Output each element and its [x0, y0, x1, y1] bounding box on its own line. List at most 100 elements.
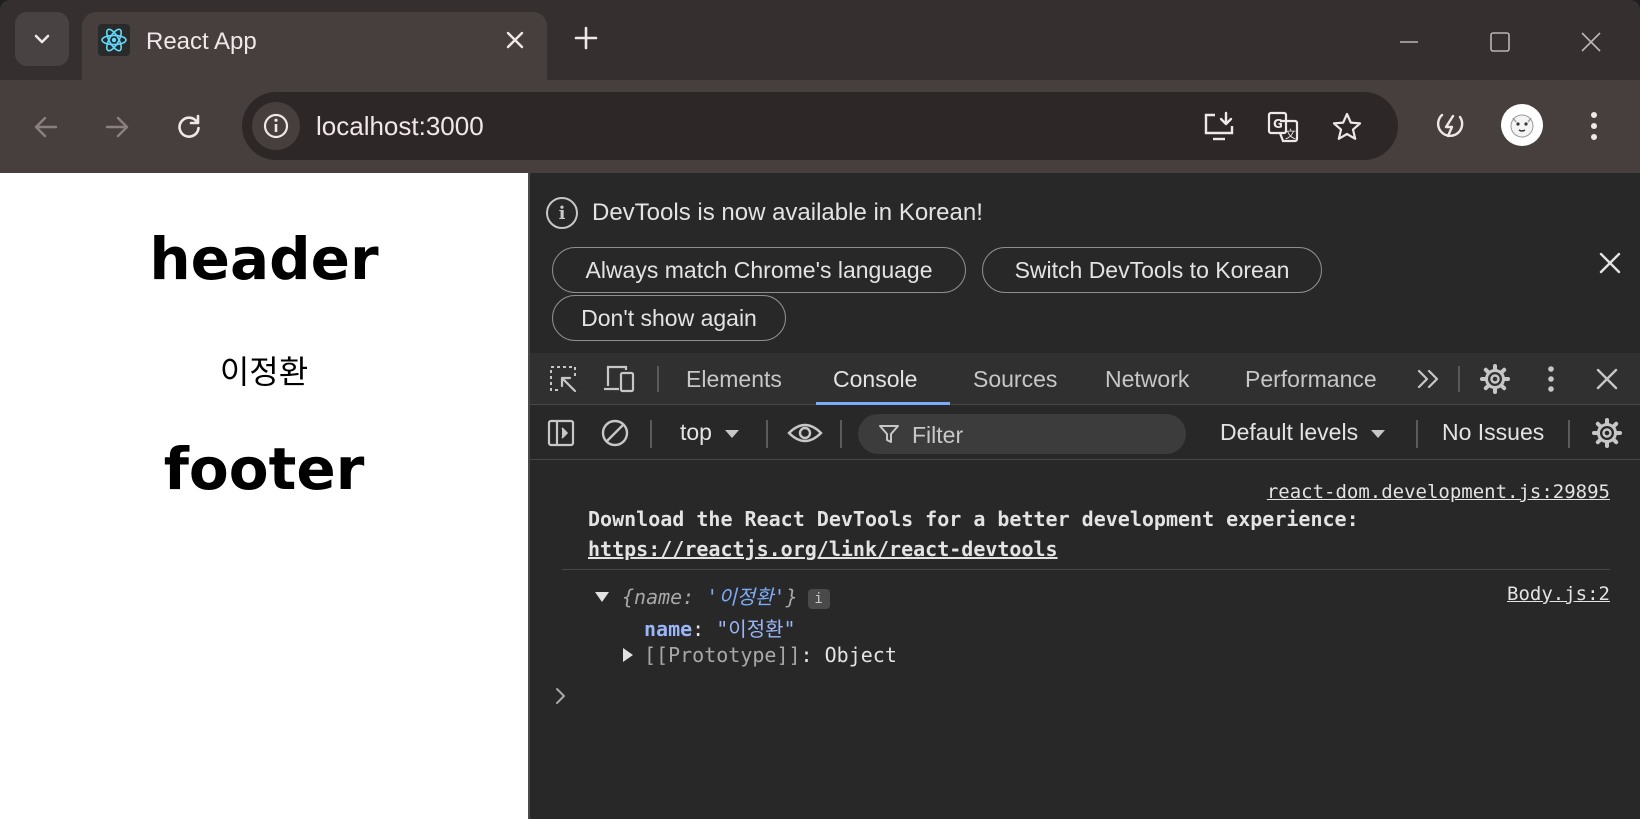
clear-console-button[interactable]	[596, 414, 634, 452]
more-tabs-button[interactable]	[1410, 360, 1448, 398]
issues-button[interactable]: No Issues	[1442, 419, 1544, 446]
translate-icon: G文	[1267, 111, 1299, 143]
prototype-value: : Object	[800, 643, 897, 667]
object-preview[interactable]: {name: '이정환'} i	[622, 581, 830, 610]
page-header: header	[149, 225, 379, 293]
browser-tab[interactable]: React App	[82, 12, 547, 80]
browser-toolbar: localhost:3000 G文	[0, 80, 1640, 173]
arrow-left-icon	[34, 116, 58, 138]
devtools-panel: i DevTools is now available in Korean! A…	[528, 173, 1640, 819]
close-icon	[1596, 368, 1618, 390]
translate-button[interactable]: G文	[1264, 108, 1302, 146]
tab-elements[interactable]: Elements	[686, 353, 782, 405]
caret-down-icon	[1371, 430, 1386, 438]
toolbar-divider	[1568, 420, 1570, 448]
object-preview-close: }	[785, 585, 798, 609]
property-colon: :	[692, 617, 717, 641]
gear-icon	[1480, 364, 1510, 394]
property-value: "이정환"	[716, 617, 796, 641]
more-vertical-icon	[1591, 112, 1597, 140]
language-infobar: i DevTools is now available in Korean! A…	[530, 173, 1640, 353]
toolbar-divider	[766, 420, 768, 448]
tab-console[interactable]: Console	[833, 353, 917, 405]
reload-button[interactable]	[166, 104, 212, 150]
caret-down-icon	[725, 430, 740, 438]
filter-icon	[879, 425, 899, 443]
info-icon: i	[546, 197, 578, 229]
console-filter-input[interactable]: Filter	[858, 414, 1186, 454]
devtools-menu-button[interactable]	[1532, 360, 1570, 398]
forward-button[interactable]	[94, 104, 140, 150]
tab-close-button[interactable]	[497, 22, 533, 58]
avatar-icon	[1510, 114, 1534, 138]
minimize-button[interactable]	[1389, 22, 1429, 62]
back-button[interactable]	[23, 104, 69, 150]
devtools-settings-button[interactable]	[1476, 360, 1514, 398]
browser-window: React App localhost:3000 G 文 header 이정환 …	[0, 0, 1640, 819]
always-match-language-button[interactable]: Always match Chrome's language	[552, 247, 966, 293]
switch-to-korean-button[interactable]: Switch DevTools to Korean	[982, 247, 1322, 293]
more-vertical-icon	[1548, 366, 1554, 392]
install-icon	[1204, 111, 1234, 141]
context-value: top	[680, 419, 712, 445]
object-preview-value: '이정환'	[706, 585, 786, 609]
install-app-button[interactable]	[1200, 108, 1238, 146]
plus-icon	[574, 26, 598, 50]
inspect-element-button[interactable]	[544, 360, 582, 398]
reload-icon	[178, 114, 200, 138]
maximize-button[interactable]	[1480, 22, 1520, 62]
tab-search-button[interactable]	[15, 12, 69, 66]
tab-sources[interactable]: Sources	[973, 353, 1057, 405]
console-toolbar: top Filter Default levels No Issues	[530, 406, 1640, 460]
message-source-link[interactable]: Body.js:2	[1507, 583, 1610, 605]
infobar-message: DevTools is now available in Korean!	[592, 199, 983, 226]
console-settings-button[interactable]	[1588, 414, 1626, 452]
new-tab-button[interactable]	[566, 18, 606, 58]
filter-placeholder: Filter	[912, 422, 964, 448]
url-text[interactable]: localhost:3000	[316, 111, 484, 142]
close-icon	[506, 31, 524, 49]
prompt-chevron-icon[interactable]	[554, 687, 568, 705]
log-levels-dropdown[interactable]: Default levels	[1220, 419, 1386, 446]
message-source-link[interactable]: react-dom.development.js:29895	[1267, 481, 1610, 503]
energy-saver-icon	[1436, 113, 1464, 138]
bookmark-button[interactable]	[1328, 108, 1366, 146]
svg-text:文: 文	[1285, 127, 1296, 141]
arrow-right-icon	[105, 116, 129, 138]
close-devtools-button[interactable]	[1588, 360, 1626, 398]
tab-network[interactable]: Network	[1105, 353, 1189, 405]
prototype-property: [[Prototype]]: Object	[644, 643, 897, 667]
toolbar-divider	[1416, 420, 1418, 448]
triangle-down-icon[interactable]	[594, 591, 610, 603]
devtools-main-toolbar: Elements Console Sources Network Perform…	[530, 353, 1640, 405]
close-icon	[1581, 32, 1601, 52]
triangle-right-icon[interactable]	[622, 647, 634, 663]
close-window-button[interactable]	[1571, 22, 1611, 62]
object-property: name: "이정환"	[644, 613, 796, 642]
console-message: Download the React DevTools for a better…	[588, 507, 1359, 531]
live-expression-button[interactable]	[786, 414, 824, 452]
react-logo-icon	[98, 24, 130, 56]
sidebar-icon	[547, 419, 575, 447]
chrome-menu-button[interactable]	[1570, 102, 1618, 150]
prototype-key: [[Prototype]]	[644, 643, 801, 667]
performance-button[interactable]	[1426, 102, 1474, 150]
profile-avatar[interactable]	[1501, 104, 1543, 146]
infobar-close-button[interactable]	[1594, 247, 1626, 279]
react-devtools-link[interactable]: https://reactjs.org/link/react-devtools	[588, 537, 1058, 561]
log-levels-value: Default levels	[1220, 419, 1359, 445]
toolbar-divider	[1458, 366, 1460, 392]
address-bar[interactable]: localhost:3000 G文	[242, 92, 1398, 160]
object-info-badge[interactable]: i	[807, 588, 830, 609]
toolbar-divider	[657, 366, 659, 392]
message-divider	[562, 569, 1610, 570]
show-sidebar-button[interactable]	[542, 414, 580, 452]
dont-show-again-button[interactable]: Don't show again	[552, 295, 786, 341]
eye-icon	[787, 423, 823, 443]
page-footer: footer	[163, 435, 365, 503]
gear-icon	[1592, 418, 1622, 448]
device-toolbar-button[interactable]	[600, 360, 638, 398]
tab-performance[interactable]: Performance	[1245, 353, 1377, 405]
context-selector[interactable]: top	[680, 419, 740, 446]
site-info-button[interactable]	[252, 102, 300, 150]
